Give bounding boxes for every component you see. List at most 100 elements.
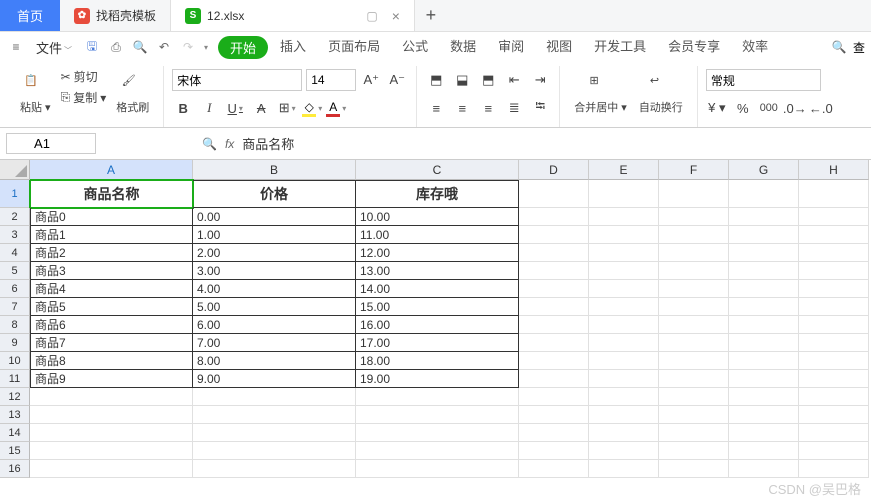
cell[interactable] — [659, 406, 729, 424]
bold-button[interactable]: B — [172, 97, 194, 119]
cell[interactable] — [659, 424, 729, 442]
formula-input[interactable]: 商品名称 — [242, 134, 294, 153]
cell[interactable]: 4.00 — [193, 280, 356, 298]
cell[interactable] — [589, 406, 659, 424]
cell[interactable]: 价格 — [193, 180, 356, 208]
cell[interactable] — [799, 226, 869, 244]
lookup-icon[interactable]: 🔍 — [202, 137, 217, 151]
menu-file[interactable]: 文件﹀ — [30, 38, 78, 57]
cell[interactable] — [589, 424, 659, 442]
cell[interactable] — [659, 442, 729, 460]
cell[interactable]: 3.00 — [193, 262, 356, 280]
cell[interactable] — [659, 208, 729, 226]
cut-button[interactable]: ✂剪切 — [57, 66, 111, 87]
underline-button[interactable]: U▾ — [224, 97, 246, 119]
tab-workbook[interactable]: S 12.xlsx ▢ × — [171, 0, 415, 31]
cell[interactable] — [799, 280, 869, 298]
cell[interactable] — [729, 180, 799, 208]
cell[interactable] — [519, 388, 589, 406]
cell[interactable] — [589, 180, 659, 208]
align-right-button[interactable]: ≡ — [477, 97, 499, 119]
cell[interactable] — [356, 388, 519, 406]
distribute-button[interactable]: ≣ — [503, 97, 525, 119]
cell[interactable]: 商品1 — [30, 226, 193, 244]
menu-review[interactable]: 审阅 — [488, 36, 534, 59]
cell[interactable] — [799, 406, 869, 424]
cell[interactable]: 7.00 — [193, 334, 356, 352]
menu-eff[interactable]: 效率 — [732, 36, 778, 59]
tab-home[interactable]: 首页 — [0, 0, 60, 31]
merge-button[interactable]: ⊞ 合并居中 ▾ — [568, 66, 633, 122]
save-icon[interactable]: 🖫 — [82, 37, 102, 57]
align-middle-button[interactable]: ⬓ — [451, 69, 473, 91]
cell[interactable] — [193, 388, 356, 406]
search-icon[interactable]: 🔍 — [829, 37, 849, 57]
column-header[interactable]: C — [356, 160, 519, 180]
cell[interactable] — [659, 180, 729, 208]
row-header[interactable]: 7 — [0, 298, 30, 316]
cell[interactable]: 6.00 — [193, 316, 356, 334]
popup-icon[interactable]: ▢ — [366, 9, 377, 23]
row-header[interactable]: 15 — [0, 442, 30, 460]
cell[interactable] — [729, 370, 799, 388]
cell[interactable]: 商品4 — [30, 280, 193, 298]
format-painter-button[interactable]: 🖌 格式刷 — [110, 66, 155, 122]
row-header[interactable]: 2 — [0, 208, 30, 226]
menu-icon[interactable]: ≡ — [6, 37, 26, 57]
new-tab-button[interactable]: + — [415, 0, 447, 31]
cell[interactable] — [729, 262, 799, 280]
cell[interactable] — [519, 180, 589, 208]
cell[interactable]: 12.00 — [356, 244, 519, 262]
cell[interactable] — [799, 370, 869, 388]
row-header[interactable]: 8 — [0, 316, 30, 334]
cell[interactable]: 2.00 — [193, 244, 356, 262]
cell[interactable] — [729, 406, 799, 424]
row-header[interactable]: 3 — [0, 226, 30, 244]
cell[interactable]: 商品2 — [30, 244, 193, 262]
cell[interactable] — [729, 352, 799, 370]
cell[interactable] — [519, 334, 589, 352]
name-box[interactable]: A1 — [6, 133, 96, 154]
cell[interactable]: 0.00 — [193, 208, 356, 226]
wrap-button[interactable]: ↩ 自动换行 — [633, 66, 689, 122]
strikethrough-button[interactable]: A — [250, 97, 272, 119]
menu-data[interactable]: 数据 — [440, 36, 486, 59]
copy-button[interactable]: ⎘复制 ▾ — [57, 87, 111, 108]
menu-view[interactable]: 视图 — [536, 36, 582, 59]
cell[interactable] — [519, 460, 589, 478]
cell[interactable] — [729, 334, 799, 352]
cell[interactable] — [729, 460, 799, 478]
undo-icon[interactable]: ↶ — [154, 37, 174, 57]
align-center-button[interactable]: ≡ — [451, 97, 473, 119]
cell[interactable] — [519, 262, 589, 280]
cell[interactable] — [589, 352, 659, 370]
cell[interactable]: 商品5 — [30, 298, 193, 316]
cell[interactable] — [30, 388, 193, 406]
font-select[interactable] — [172, 69, 302, 91]
menu-dev[interactable]: 开发工具 — [584, 36, 656, 59]
cell[interactable] — [519, 370, 589, 388]
cell[interactable] — [659, 316, 729, 334]
paste-button[interactable]: 📋 粘贴 ▾ — [14, 66, 57, 122]
indent-increase-button[interactable]: ⇥ — [529, 69, 551, 91]
cell[interactable] — [589, 442, 659, 460]
cell[interactable]: 10.00 — [356, 208, 519, 226]
cell[interactable]: 商品名称 — [30, 180, 193, 208]
cell[interactable] — [799, 334, 869, 352]
cell[interactable] — [589, 334, 659, 352]
row-header[interactable]: 11 — [0, 370, 30, 388]
cell[interactable] — [659, 460, 729, 478]
cell[interactable] — [799, 424, 869, 442]
cell[interactable]: 5.00 — [193, 298, 356, 316]
italic-button[interactable]: I — [198, 97, 220, 119]
cell[interactable] — [193, 424, 356, 442]
cell[interactable]: 13.00 — [356, 262, 519, 280]
cell[interactable]: 商品9 — [30, 370, 193, 388]
column-header[interactable]: D — [519, 160, 589, 180]
row-header[interactable]: 10 — [0, 352, 30, 370]
decrease-decimal-button[interactable]: ←.0 — [810, 97, 832, 119]
cell[interactable] — [659, 226, 729, 244]
cell[interactable]: 库存哦 — [356, 180, 519, 208]
cell[interactable] — [659, 244, 729, 262]
cell[interactable] — [356, 460, 519, 478]
